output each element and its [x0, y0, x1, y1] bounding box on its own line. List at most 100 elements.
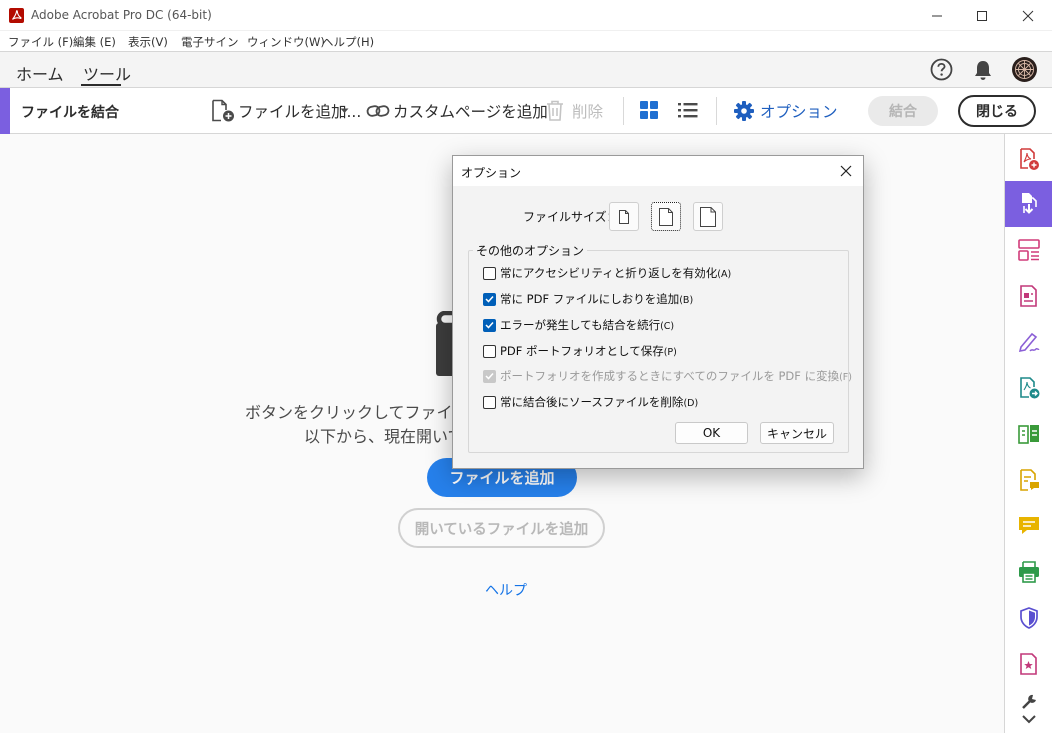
- checkbox-continue-on-error[interactable]: [483, 318, 496, 332]
- active-tab-indicator: [81, 84, 121, 86]
- checkbox-convert-all-to-pdf: [483, 369, 496, 383]
- option-shortcut: (D): [683, 398, 699, 409]
- page-large-icon: [700, 206, 716, 227]
- fill-sign-button[interactable]: [1005, 319, 1052, 365]
- compare-icon: [1017, 425, 1039, 444]
- gear-icon: [734, 101, 754, 121]
- dialog-title: オプション: [461, 166, 522, 180]
- menu-esign[interactable]: 電子サイン: [181, 34, 239, 50]
- file-size-large-button[interactable]: [693, 202, 723, 231]
- add-files-dropdown[interactable]: ファイルを追加...: [210, 88, 361, 134]
- chevron-down-icon: [340, 108, 349, 113]
- option-delete-source-files[interactable]: 常に結合後にソースファイルを削除(D): [483, 393, 698, 411]
- minimize-button[interactable]: [914, 0, 960, 31]
- option-shortcut: (A): [717, 269, 732, 280]
- tool-toolbar: ファイルを結合 ファイルを追加... カスタムページを追加 削除 オプション 結…: [0, 88, 1052, 134]
- empty-state-line2: 以下から、現在開いて: [304, 427, 464, 446]
- page-small-icon: [619, 209, 629, 224]
- protect-icon: [1019, 607, 1038, 629]
- menu-view[interactable]: 表示(V): [128, 34, 168, 50]
- other-options-title: その他のオプション: [473, 242, 588, 259]
- protect-button[interactable]: [1005, 595, 1052, 641]
- options-dialog: オプション ファイルサイズ： その他のオプション 常にアクセシビリティと折り返し…: [452, 155, 864, 469]
- add-custom-page-button[interactable]: カスタムページを追加: [366, 88, 548, 134]
- acrobat-logo-icon: [9, 8, 24, 23]
- close-tool-button[interactable]: 閉じる: [958, 95, 1036, 127]
- combine-files-icon: [1021, 193, 1037, 214]
- link-icon: [366, 105, 390, 117]
- file-size-small-button[interactable]: [609, 202, 639, 231]
- delete-button[interactable]: 削除: [544, 88, 608, 134]
- list-view-button[interactable]: [677, 100, 701, 122]
- toolbar-divider: [623, 97, 624, 125]
- checkbox-save-as-portfolio[interactable]: [483, 344, 496, 358]
- add-file-icon: [212, 99, 234, 122]
- tab-tools[interactable]: ツール: [83, 61, 131, 85]
- option-label: 常に PDF ファイルにしおりを追加: [500, 292, 680, 306]
- menu-help[interactable]: ヘルプ(H): [322, 34, 374, 50]
- close-icon: [1022, 10, 1034, 21]
- right-tools-rail: [1004, 134, 1052, 733]
- request-signature-icon: [1019, 653, 1037, 675]
- minimize-icon: [932, 15, 942, 16]
- cancel-button[interactable]: キャンセル: [760, 422, 834, 444]
- trash-icon: [547, 100, 563, 121]
- option-continue-on-error[interactable]: エラーが発生しても結合を続行(C): [483, 316, 674, 334]
- checkmark-icon: [485, 321, 494, 329]
- delete-label: 削除: [572, 103, 604, 121]
- request-signature-button[interactable]: [1005, 641, 1052, 687]
- comment-button[interactable]: [1005, 503, 1052, 549]
- edit-pdf-button[interactable]: [1005, 273, 1052, 319]
- option-label: PDF ポートフォリオとして保存: [500, 344, 664, 358]
- checkbox-add-bookmarks[interactable]: [483, 292, 496, 306]
- create-pdf-button[interactable]: [1005, 136, 1052, 182]
- checkmark-icon: [485, 295, 494, 303]
- checkmark-icon: [485, 372, 494, 380]
- menu-edit[interactable]: 編集 (E): [73, 34, 116, 50]
- option-label: ポートフォリオを作成するときにすべてのファイルを PDF に変換: [500, 369, 840, 383]
- bell-icon[interactable]: [973, 59, 993, 85]
- export-pdf-button[interactable]: [1005, 365, 1052, 411]
- organize-pages-button[interactable]: [1005, 227, 1052, 273]
- combine-button[interactable]: 結合: [868, 96, 938, 126]
- window-titlebar: Adobe Acrobat Pro DC (64-bit): [0, 0, 1052, 31]
- tab-home[interactable]: ホーム: [16, 61, 64, 85]
- edit-pdf-icon: [1019, 285, 1037, 307]
- compare-files-button[interactable]: [1005, 411, 1052, 457]
- window-close-button[interactable]: [1005, 0, 1051, 31]
- option-label: 常に結合後にソースファイルを削除: [500, 395, 684, 409]
- thumbnail-view-button[interactable]: [639, 100, 661, 122]
- file-size-default-button[interactable]: [651, 202, 681, 231]
- menu-file[interactable]: ファイル (F): [8, 34, 73, 50]
- more-tools-button[interactable]: [1005, 687, 1052, 733]
- top-tabs-bar: ホーム ツール: [0, 52, 1052, 88]
- tool-accent-bar: [0, 88, 10, 134]
- avatar[interactable]: [1012, 57, 1037, 82]
- export-pdf-icon: [1019, 377, 1039, 399]
- checkbox-accessibility-reflow[interactable]: [483, 266, 496, 280]
- organize-pages-icon: [1017, 239, 1040, 261]
- checkbox-delete-source-files[interactable]: [483, 395, 496, 409]
- option-accessibility-reflow[interactable]: 常にアクセシビリティと折り返しを有効化(A): [483, 264, 731, 282]
- option-convert-all-to-pdf: ポートフォリオを作成するときにすべてのファイルを PDF に変換(F): [483, 367, 852, 385]
- dialog-close-button[interactable]: [835, 161, 857, 181]
- menu-window[interactable]: ウィンドウ(W): [247, 34, 325, 50]
- help-icon[interactable]: [930, 58, 953, 85]
- combine-files-button[interactable]: [1005, 181, 1052, 227]
- option-label: エラーが発生しても結合を続行: [500, 318, 661, 332]
- file-size-label: ファイルサイズ：: [523, 210, 619, 224]
- option-shortcut: (P): [663, 347, 677, 358]
- option-save-as-portfolio[interactable]: PDF ポートフォリオとして保存(P): [483, 342, 677, 360]
- send-comments-button[interactable]: [1005, 457, 1052, 503]
- options-button[interactable]: オプション: [733, 88, 838, 134]
- help-link[interactable]: ヘルプ: [485, 580, 527, 600]
- option-shortcut: (C): [660, 321, 675, 332]
- option-add-bookmarks[interactable]: 常に PDF ファイルにしおりを追加(B): [483, 290, 693, 308]
- add-open-files-button[interactable]: 開いているファイルを追加: [398, 508, 605, 548]
- fill-sign-icon: [1018, 332, 1040, 353]
- dialog-titlebar: オプション: [453, 156, 863, 186]
- create-pdf-icon: [1019, 148, 1039, 170]
- maximize-button[interactable]: [959, 0, 1005, 31]
- print-production-button[interactable]: [1005, 549, 1052, 595]
- ok-button[interactable]: OK: [675, 422, 748, 444]
